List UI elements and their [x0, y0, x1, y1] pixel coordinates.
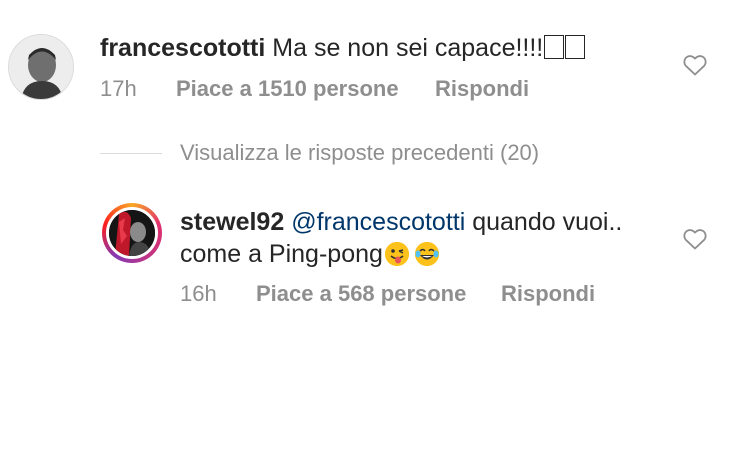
- comment-1: francescototti Ma se non sei capace!!!!: [100, 32, 586, 64]
- mention-link[interactable]: @francescototti: [291, 208, 465, 236]
- reply-button[interactable]: Rispondi: [501, 281, 595, 307]
- comment-2-line-1: stewel92 @francescototti quando vuoi..: [180, 206, 622, 238]
- profile-photo-icon: [109, 210, 155, 256]
- comment-time: 17h: [100, 76, 137, 101]
- profile-photo-icon: [9, 35, 73, 99]
- comment-body: quando vuoi..: [472, 208, 623, 236]
- heart-outline-icon[interactable]: [683, 228, 707, 250]
- likes-count-link[interactable]: Piace a 1510 persone: [176, 76, 399, 102]
- unsupported-glyph-icon: [565, 35, 586, 59]
- comment-time: 16h: [180, 281, 217, 306]
- reply-button[interactable]: Rispondi: [435, 76, 529, 102]
- winking-tongue-emoji-icon: [384, 242, 409, 266]
- heart-outline-icon[interactable]: [683, 54, 707, 76]
- comment-username[interactable]: francescototti: [100, 34, 265, 62]
- avatar-stewel92[interactable]: [106, 207, 158, 259]
- comment-2-line-2: come a Ping-pong: [180, 238, 439, 270]
- comment-body: Ma se non sei capace!!!!: [272, 34, 544, 62]
- view-previous-replies-button[interactable]: Visualizza le risposte precedenti (20): [180, 140, 539, 166]
- avatar-francescototti[interactable]: [8, 34, 74, 100]
- likes-count-link[interactable]: Piace a 568 persone: [256, 281, 466, 307]
- unsupported-glyph-icon: [544, 35, 565, 59]
- comment-username[interactable]: stewel92: [180, 208, 284, 236]
- tears-of-joy-emoji-icon: [414, 242, 439, 266]
- comment-body: come a Ping-pong: [180, 240, 383, 268]
- replies-divider: [100, 153, 162, 154]
